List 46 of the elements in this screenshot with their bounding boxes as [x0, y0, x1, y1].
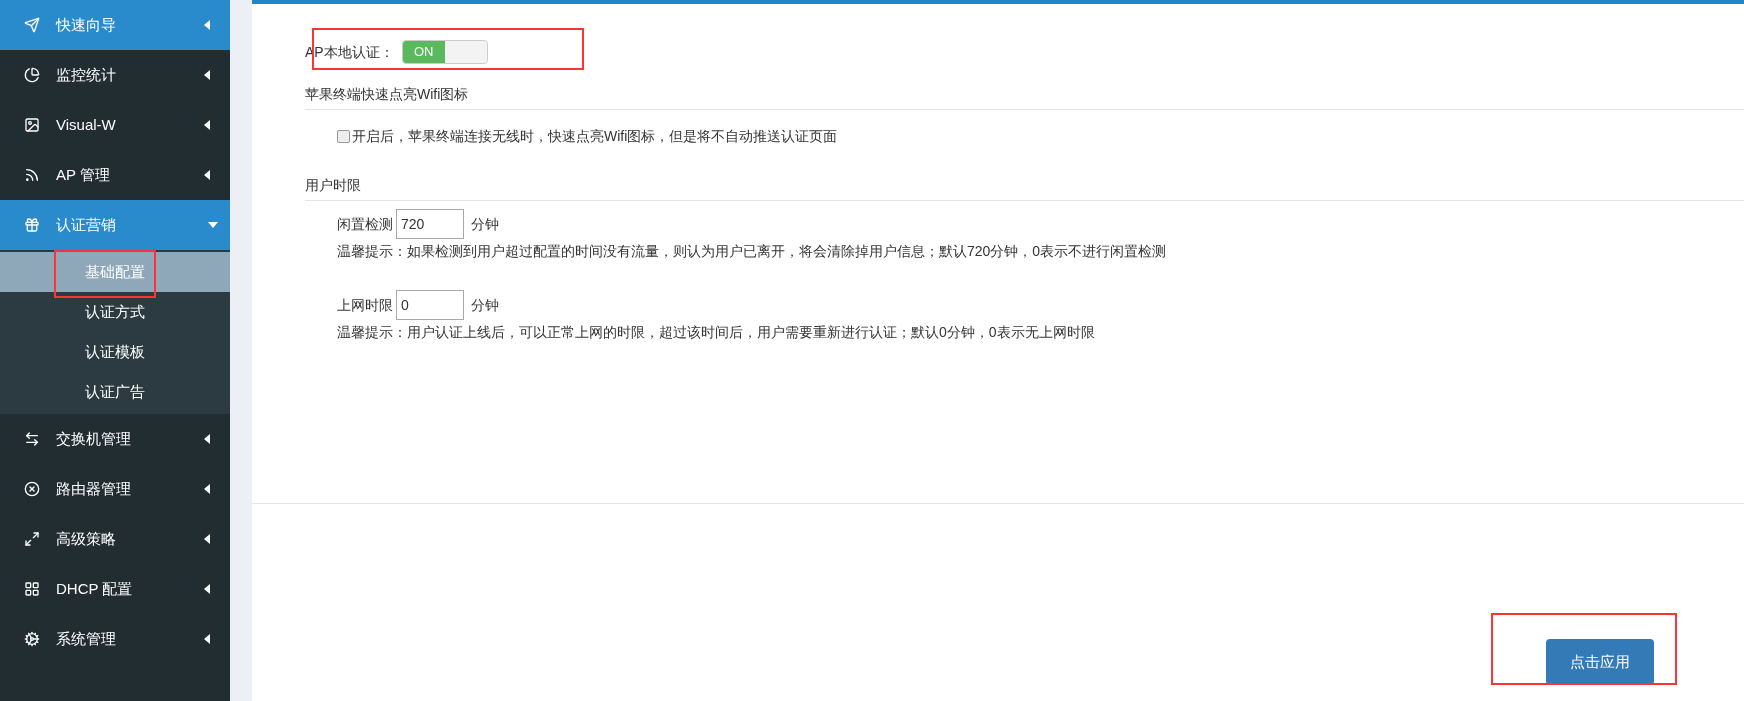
apply-button[interactable]: 点击应用: [1546, 639, 1654, 685]
caret-icon: [204, 634, 210, 644]
caret-icon: [204, 484, 210, 494]
sidebar-item[interactable]: 监控统计: [0, 50, 230, 100]
unit-label: 分钟: [471, 295, 499, 315]
field-label: 上网时限: [337, 295, 393, 315]
field-label: 闲置检测: [337, 214, 393, 234]
arrows-icon: [24, 431, 40, 447]
send-icon: [24, 17, 40, 33]
gears-icon: [24, 631, 40, 647]
caret-icon: [204, 534, 210, 544]
unit-label: 分钟: [471, 214, 499, 234]
hint-text: 温馨提示：用户认证上线后，可以正常上网的时限，超过该时间后，用户需要重新进行认证；默认0分钟，0表示无上网时限: [337, 323, 1096, 342]
sidebar-item[interactable]: AP 管理: [0, 150, 230, 200]
caret-icon: [204, 20, 210, 30]
pie-chart-icon: [24, 67, 40, 83]
caret-icon: [204, 170, 210, 180]
caret-icon: [208, 222, 218, 228]
image-icon: [24, 117, 40, 133]
sidebar-item[interactable]: 认证营销: [0, 200, 230, 250]
sidebar-item[interactable]: 系统管理: [0, 614, 230, 664]
sidebar-item[interactable]: 路由器管理: [0, 464, 230, 514]
circle-x-icon: [24, 481, 40, 497]
hint-text: 温馨提示：如果检测到用户超过配置的时间没有流量，则认为用户已离开，将会清除掉用户信息；默认720分钟，0表示不进行闲置检测: [337, 242, 1168, 261]
sidebar-item[interactable]: DHCP 配置: [0, 564, 230, 614]
caret-icon: [204, 120, 210, 130]
checkbox[interactable]: [337, 130, 350, 143]
section-title: 用户时限: [305, 175, 1744, 201]
grid-icon: [24, 581, 40, 597]
input-field[interactable]: 0: [396, 290, 464, 320]
caret-icon: [204, 584, 210, 594]
input-field[interactable]: 720: [396, 209, 464, 239]
submenu-item[interactable]: 认证广告: [0, 372, 230, 412]
expand-icon: [24, 531, 40, 547]
caret-icon: [204, 434, 210, 444]
submenu-item[interactable]: 认证模板: [0, 332, 230, 372]
gift-icon: [24, 217, 40, 233]
rss-icon: [24, 167, 40, 183]
checkbox-label: 开启后，苹果终端连接无线时，快速点亮Wifi图标，但是将不自动推送认证页面: [352, 127, 838, 146]
section-title: 苹果终端快速点亮Wifi图标: [305, 84, 1744, 110]
submenu-item[interactable]: 认证方式: [0, 292, 230, 332]
caret-icon: [204, 70, 210, 80]
sidebar-item[interactable]: Visual-W: [0, 100, 230, 150]
sidebar-item[interactable]: 快速向导: [0, 0, 230, 50]
sidebar-item[interactable]: 高级策略: [0, 514, 230, 564]
sidebar-item[interactable]: 交换机管理: [0, 414, 230, 464]
